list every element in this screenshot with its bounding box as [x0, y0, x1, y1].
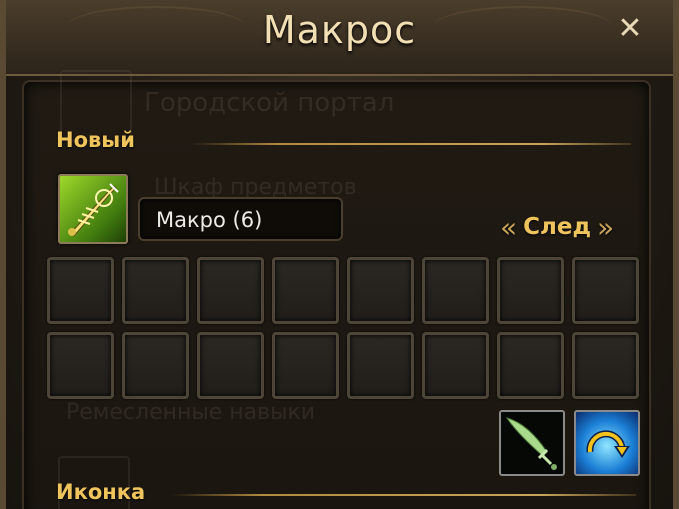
- command-slot-14[interactable]: [422, 332, 489, 399]
- command-slot-15[interactable]: [497, 332, 564, 399]
- sword-scroll-icon: [68, 183, 119, 237]
- command-slot-7[interactable]: [497, 257, 564, 324]
- command-slot-10[interactable]: [122, 332, 189, 399]
- command-slot-4[interactable]: [272, 257, 339, 324]
- command-slot-grid: [47, 257, 639, 399]
- window-title: Макрос: [262, 8, 417, 52]
- blue-swap-arrow-icon[interactable]: [574, 410, 640, 476]
- new-section-divider: [191, 143, 631, 145]
- green-sword-icon[interactable]: [499, 410, 565, 476]
- macro-icon-button[interactable]: [58, 174, 128, 244]
- macro-name-field[interactable]: Макро (6): [138, 197, 343, 241]
- command-slot-5[interactable]: [347, 257, 414, 324]
- command-slot-8[interactable]: [572, 257, 639, 324]
- icon-section-divider: [171, 494, 636, 496]
- chevron-left-icon: «: [500, 210, 518, 244]
- new-section-label: Новый: [56, 128, 135, 152]
- command-slot-12[interactable]: [272, 332, 339, 399]
- macro-window: Макрос ✕ Городской портал Шкаф предметов…: [0, 0, 679, 509]
- close-icon[interactable]: ✕: [615, 14, 645, 44]
- chevron-right-icon: »: [597, 210, 615, 244]
- ghost-text-3: Ремесленные навыки: [66, 400, 316, 425]
- icon-section-label: Иконка: [56, 480, 146, 504]
- command-slot-2[interactable]: [122, 257, 189, 324]
- next-button[interactable]: « След »: [500, 207, 614, 247]
- command-slot-13[interactable]: [347, 332, 414, 399]
- command-slot-16[interactable]: [572, 332, 639, 399]
- command-slot-6[interactable]: [422, 257, 489, 324]
- command-slot-11[interactable]: [197, 332, 264, 399]
- command-slot-1[interactable]: [47, 257, 114, 324]
- ghost-text-1: Городской портал: [144, 88, 395, 118]
- command-slot-3[interactable]: [197, 257, 264, 324]
- command-slot-9[interactable]: [47, 332, 114, 399]
- next-button-label: След: [523, 214, 592, 240]
